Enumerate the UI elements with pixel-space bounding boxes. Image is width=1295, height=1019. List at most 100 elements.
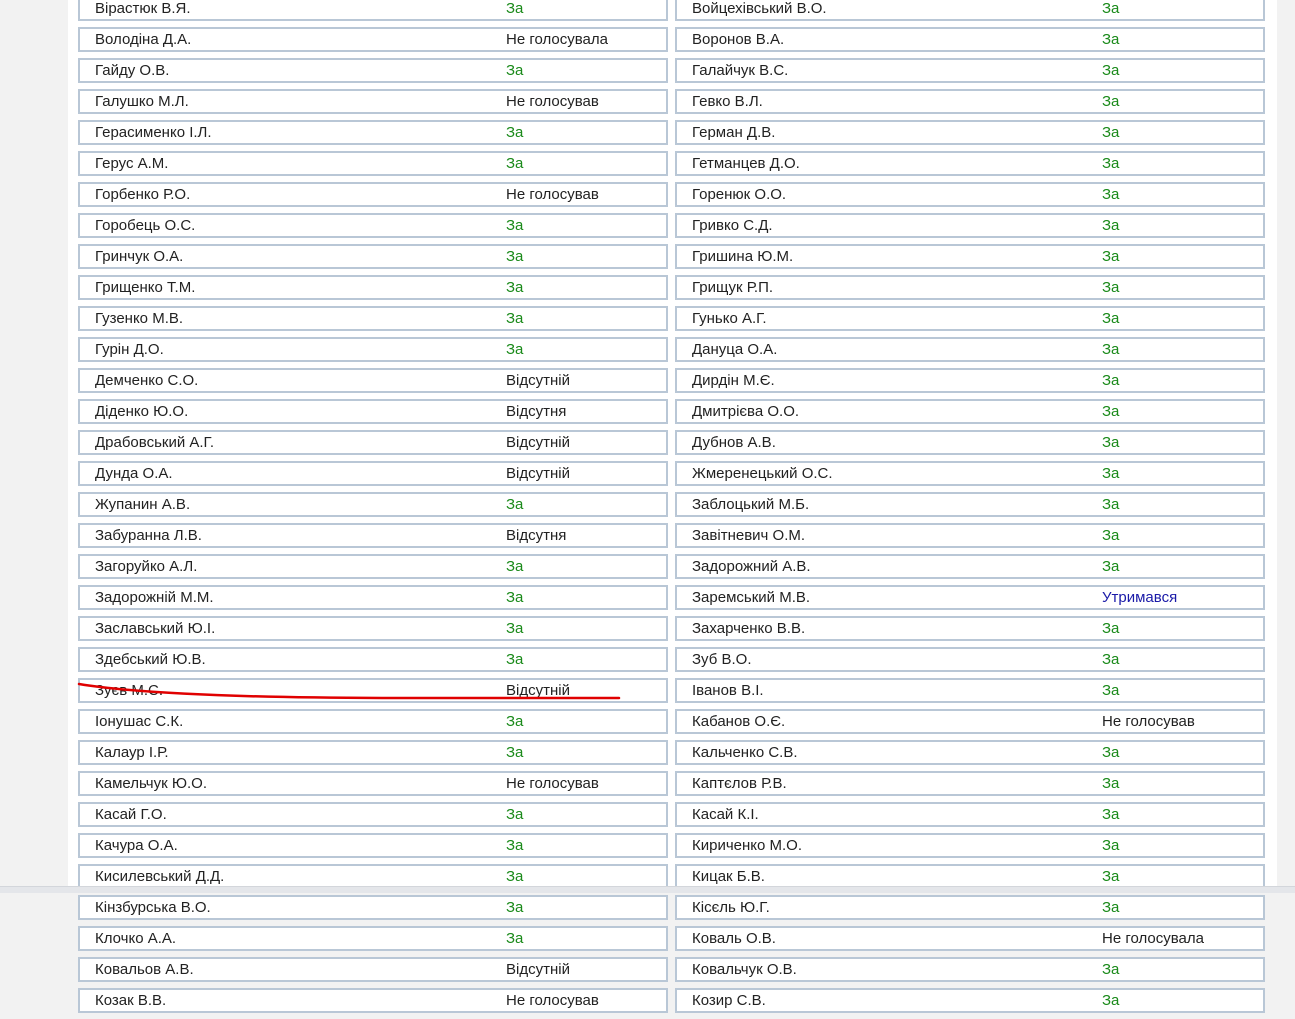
deputy-name: Ковальов А.В. bbox=[95, 961, 194, 978]
vote-result: За bbox=[1102, 31, 1120, 48]
table-row: Гайду О.В. За bbox=[78, 58, 668, 83]
deputy-name: Заремський М.В. bbox=[692, 589, 811, 606]
deputy-name: Кисилевський Д.Д. bbox=[95, 868, 225, 885]
table-row: Дубнов А.В. За bbox=[675, 430, 1265, 455]
table-row: Заславський Ю.І. За bbox=[78, 616, 668, 641]
deputy-name: Кісєль Ю.Г. bbox=[692, 899, 770, 916]
table-row: Кабанов О.Є. Не голосував bbox=[675, 709, 1265, 734]
vote-result: Відсутній bbox=[506, 682, 570, 699]
vote-result: Відсутня bbox=[506, 403, 567, 420]
vote-result: Відсутня bbox=[506, 527, 567, 544]
vote-result: За bbox=[1102, 620, 1120, 637]
deputy-name: Зуб В.О. bbox=[692, 651, 752, 668]
table-row: Ковальчук О.В. За bbox=[675, 957, 1265, 982]
vote-result: За bbox=[1102, 248, 1120, 265]
table-row: Галушко М.Л. Не голосував bbox=[78, 89, 668, 114]
table-row: Гривко С.Д. За bbox=[675, 213, 1265, 238]
vote-result: За bbox=[506, 0, 524, 17]
deputy-name: Іванов В.І. bbox=[692, 682, 764, 699]
deputy-name: Герман Д.В. bbox=[692, 124, 776, 141]
vote-result: За bbox=[1102, 372, 1120, 389]
deputy-name: Жмеренецький О.С. bbox=[692, 465, 833, 482]
table-row: Козак В.В. Не голосував bbox=[78, 988, 668, 1013]
table-row: Воронов В.А. За bbox=[675, 27, 1265, 52]
deputy-name: Гурін Д.О. bbox=[95, 341, 164, 358]
table-row: Гевко В.Л. За bbox=[675, 89, 1265, 114]
vote-result: За bbox=[1102, 744, 1120, 761]
vote-result: За bbox=[506, 806, 524, 823]
vote-result: Не голосувала bbox=[1102, 930, 1204, 947]
deputy-name: Горбенко Р.О. bbox=[95, 186, 191, 203]
vote-result: Не голосував bbox=[506, 992, 599, 1009]
vote-result: Не голосувала bbox=[506, 31, 608, 48]
vote-result: За bbox=[1102, 465, 1120, 482]
table-row: Іванов В.І. За bbox=[675, 678, 1265, 703]
vote-result: За bbox=[506, 310, 524, 327]
table-row: Ковальов А.В. Відсутній bbox=[78, 957, 668, 982]
vote-result: За bbox=[506, 341, 524, 358]
vote-result: За bbox=[1102, 961, 1120, 978]
table-row: Заремський М.В. Утримався bbox=[675, 585, 1265, 610]
table-row: Задорожний А.В. За bbox=[675, 554, 1265, 579]
deputy-name: Гетманцев Д.О. bbox=[692, 155, 800, 172]
deputy-name: Грищенко Т.М. bbox=[95, 279, 196, 296]
table-row: Жмеренецький О.С. За bbox=[675, 461, 1265, 486]
table-row: Заблоцький М.Б. За bbox=[675, 492, 1265, 517]
vote-result: За bbox=[1102, 496, 1120, 513]
deputy-name: Захарченко В.В. bbox=[692, 620, 806, 637]
deputy-name: Касай К.І. bbox=[692, 806, 759, 823]
vote-result: За bbox=[506, 651, 524, 668]
deputy-name: Задорожний А.В. bbox=[692, 558, 811, 575]
vote-result: За bbox=[1102, 186, 1120, 203]
deputy-name: Кінзбурська В.О. bbox=[95, 899, 211, 916]
vote-result: За bbox=[1102, 93, 1120, 110]
vote-result: Не голосував bbox=[506, 186, 599, 203]
table-row: Забуранна Л.В. Відсутня bbox=[78, 523, 668, 548]
table-row: Горобець О.С. За bbox=[78, 213, 668, 238]
deputy-name: Заблоцький М.Б. bbox=[692, 496, 810, 513]
deputy-name: Кабанов О.Є. bbox=[692, 713, 786, 730]
vote-result: За bbox=[1102, 558, 1120, 575]
table-row: Кириченко М.О. За bbox=[675, 833, 1265, 858]
deputy-name: Кицак Б.В. bbox=[692, 868, 765, 885]
vote-result: За bbox=[506, 744, 524, 761]
deputy-name: Забуранна Л.В. bbox=[95, 527, 202, 544]
deputy-name: Драбовський А.Г. bbox=[95, 434, 215, 451]
vote-result: За bbox=[506, 589, 524, 606]
deputy-name: Герасименко І.Л. bbox=[95, 124, 212, 141]
deputy-name: Качура О.А. bbox=[95, 837, 178, 854]
table-row: Герман Д.В. За bbox=[675, 120, 1265, 145]
vote-result: Відсутній bbox=[506, 372, 570, 389]
deputy-name: Каптєлов Р.В. bbox=[692, 775, 787, 792]
table-row: Задорожній М.М. За bbox=[78, 585, 668, 610]
table-row: Жупанин А.В. За bbox=[78, 492, 668, 517]
vote-result: За bbox=[1102, 899, 1120, 916]
vote-result: За bbox=[1102, 651, 1120, 668]
vote-table-right-column: Войцехівський В.О. За Воронов В.А. За Галайч… bbox=[675, 0, 1265, 1019]
vote-result: За bbox=[1102, 403, 1120, 420]
vote-result: За bbox=[1102, 155, 1120, 172]
vote-result: За bbox=[506, 558, 524, 575]
vote-result: Утримався bbox=[1102, 589, 1178, 606]
vote-result: За bbox=[506, 930, 524, 947]
vote-result: За bbox=[1102, 0, 1120, 17]
deputy-name: Завітневич О.М. bbox=[692, 527, 806, 544]
vote-result: За bbox=[1102, 837, 1120, 854]
vote-result: За bbox=[1102, 992, 1120, 1009]
vote-result: За bbox=[506, 837, 524, 854]
vote-result: Відсутній bbox=[506, 465, 570, 482]
vote-result: За bbox=[506, 620, 524, 637]
deputy-name: Жупанин А.В. bbox=[95, 496, 191, 513]
table-row: Демченко С.О. Відсутній bbox=[78, 368, 668, 393]
vote-result: За bbox=[506, 899, 524, 916]
deputy-name: Гайду О.В. bbox=[95, 62, 170, 79]
vote-result: За bbox=[1102, 868, 1120, 885]
deputy-name: Ковальчук О.В. bbox=[692, 961, 797, 978]
table-row: Гришина Ю.М. За bbox=[675, 244, 1265, 269]
deputy-name: Задорожній М.М. bbox=[95, 589, 214, 606]
deputy-name: Кальченко С.В. bbox=[692, 744, 798, 761]
vote-result: За bbox=[506, 155, 524, 172]
table-row: Дунда О.А. Відсутній bbox=[78, 461, 668, 486]
deputy-name: Здебський Ю.В. bbox=[95, 651, 206, 668]
table-row: Володіна Д.А. Не голосувала bbox=[78, 27, 668, 52]
